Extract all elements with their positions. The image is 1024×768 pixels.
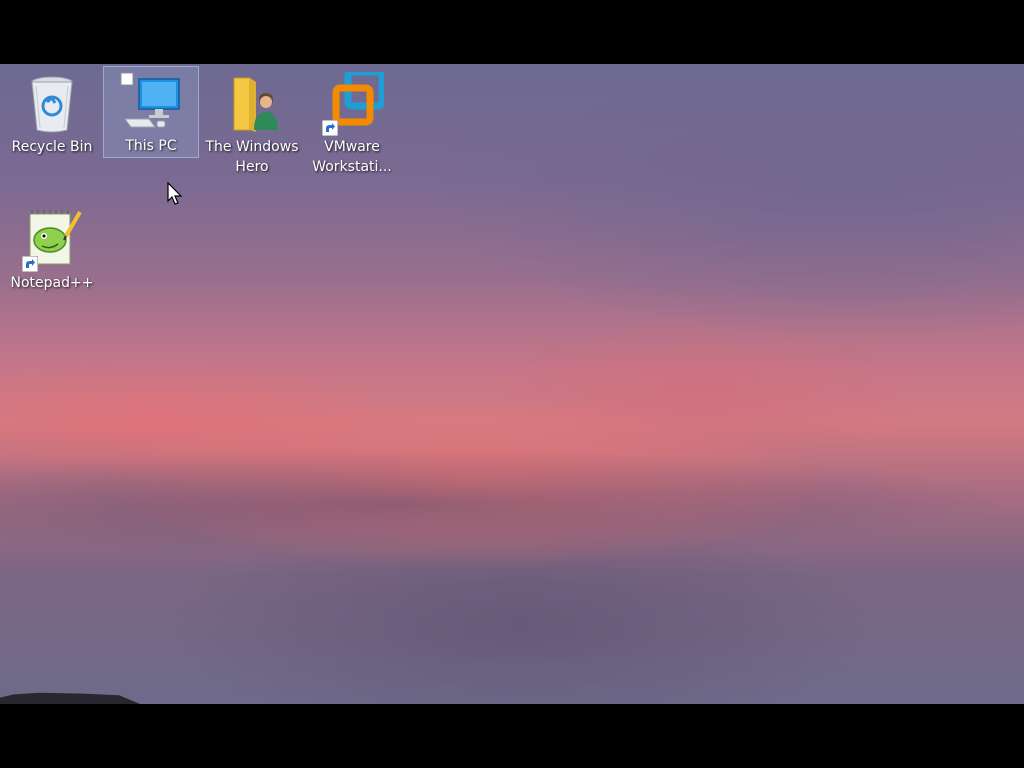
shortcut-arrow-icon bbox=[22, 256, 38, 272]
icon-label: VMware Workstati... bbox=[312, 139, 392, 175]
desktop-icon-notepad-plus-plus[interactable]: Notepad++ bbox=[4, 204, 100, 293]
user-folder-icon bbox=[220, 72, 284, 136]
computer-icon bbox=[119, 71, 183, 135]
shortcut-arrow-icon bbox=[322, 120, 338, 136]
letterbox-top bbox=[0, 0, 1024, 64]
notepad-plus-plus-icon bbox=[20, 208, 84, 272]
wallpaper-silhouette bbox=[0, 692, 140, 704]
desktop-icon-this-pc[interactable]: This PC bbox=[103, 66, 199, 158]
desktop-icon-recycle-bin[interactable]: Recycle Bin bbox=[4, 68, 100, 157]
mouse-pointer-icon bbox=[167, 182, 183, 205]
wallpaper-cloud-band bbox=[0, 444, 1024, 564]
icon-label: The Windows Hero bbox=[205, 139, 299, 175]
screen-frame: Recycle Bin This PC The Windows Hero VMw… bbox=[0, 0, 1024, 768]
icon-label: Recycle Bin bbox=[11, 139, 93, 155]
icon-label: Notepad++ bbox=[10, 275, 94, 291]
desktop-icon-vmware-workstation[interactable]: VMware Workstati... bbox=[304, 68, 400, 177]
letterbox-bottom bbox=[0, 704, 1024, 768]
desktop-background[interactable]: Recycle Bin This PC The Windows Hero VMw… bbox=[0, 64, 1024, 704]
desktop-icon-the-windows-hero[interactable]: The Windows Hero bbox=[204, 68, 300, 177]
icon-label: This PC bbox=[125, 138, 177, 154]
recycle-bin-icon bbox=[20, 72, 84, 136]
vmware-icon bbox=[320, 68, 386, 136]
